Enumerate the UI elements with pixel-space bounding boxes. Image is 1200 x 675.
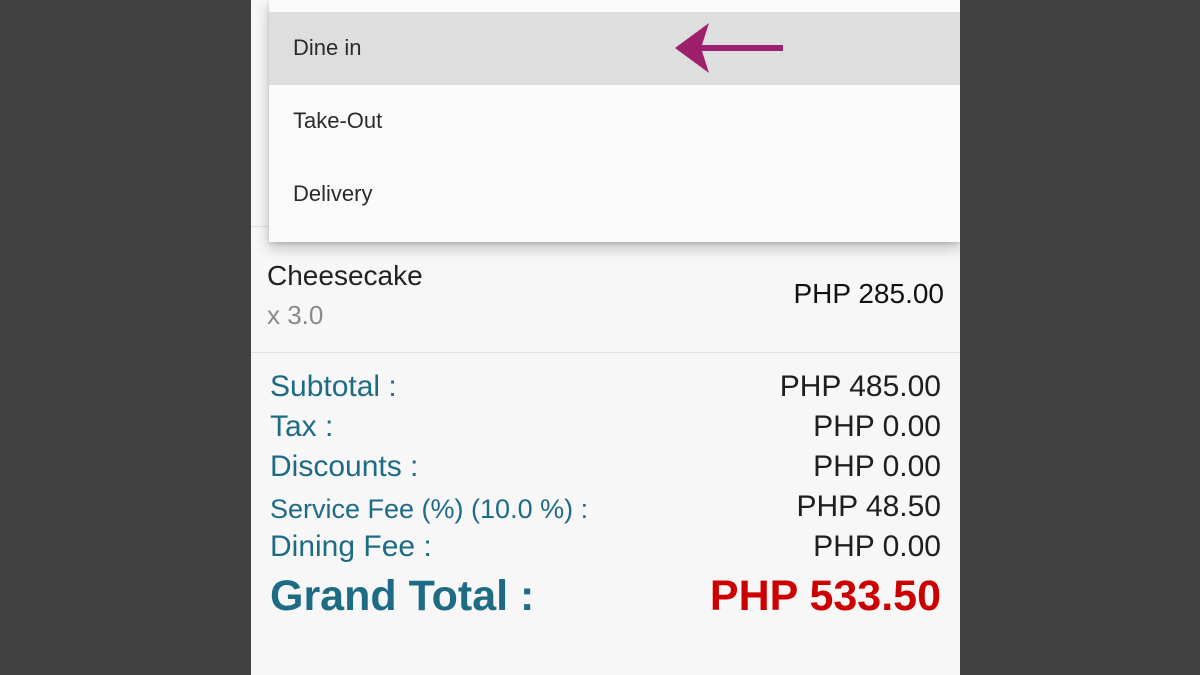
order-summary: Subtotal : PHP 485.00 Tax : PHP 0.00 Dis… xyxy=(270,370,941,632)
dropdown-option-delivery[interactable]: Delivery xyxy=(269,158,960,231)
grand-total-value: PHP 533.50 xyxy=(709,572,941,620)
service-fee-label: Service Fee (%) (10.0 %) : xyxy=(270,494,589,524)
dining-fee-row: Dining Fee : PHP 0.00 xyxy=(270,530,941,570)
subtotal-value: PHP 485.00 xyxy=(779,370,941,403)
service-fee-row: Service Fee (%) (10.0 %) : PHP 48.50 xyxy=(270,490,941,530)
discounts-value: PHP 0.00 xyxy=(813,450,941,483)
divider xyxy=(251,352,960,353)
dropdown-option-take-out[interactable]: Take-Out xyxy=(269,85,960,158)
item-price: PHP 285.00 xyxy=(793,278,945,309)
service-fee-value: PHP 48.50 xyxy=(796,490,941,523)
item-name: Cheesecake xyxy=(267,260,423,291)
order-item-row[interactable]: Cheesecake x 3.0 PHP 285.00 xyxy=(251,252,960,352)
discounts-label: Discounts : xyxy=(270,450,419,483)
tax-value: PHP 0.00 xyxy=(813,410,941,443)
dropdown-option-dine-in[interactable]: Dine in xyxy=(269,12,960,85)
order-screen: Cheesecake x 3.0 PHP 285.00 Subtotal : P… xyxy=(251,0,960,675)
dropdown-option-label: Dine in xyxy=(293,35,362,60)
dropdown-option-label: Delivery xyxy=(293,181,373,206)
tax-label: Tax : xyxy=(270,410,334,443)
dropdown-top-edge xyxy=(269,0,960,12)
grand-total-label: Grand Total : xyxy=(270,572,535,620)
tax-row: Tax : PHP 0.00 xyxy=(270,410,941,450)
dining-fee-label: Dining Fee : xyxy=(270,530,432,563)
discounts-row: Discounts : PHP 0.00 xyxy=(270,450,941,490)
subtotal-label: Subtotal : xyxy=(270,370,397,403)
order-type-dropdown-menu: Dine in Take-Out Delivery xyxy=(269,0,960,242)
grand-total-row: Grand Total : PHP 533.50 xyxy=(270,572,941,632)
dining-fee-value: PHP 0.00 xyxy=(813,530,941,563)
dropdown-option-label: Take-Out xyxy=(293,108,383,133)
item-quantity: x 3.0 xyxy=(267,300,324,330)
arrow-left-icon xyxy=(675,23,783,73)
subtotal-row: Subtotal : PHP 485.00 xyxy=(270,370,941,410)
